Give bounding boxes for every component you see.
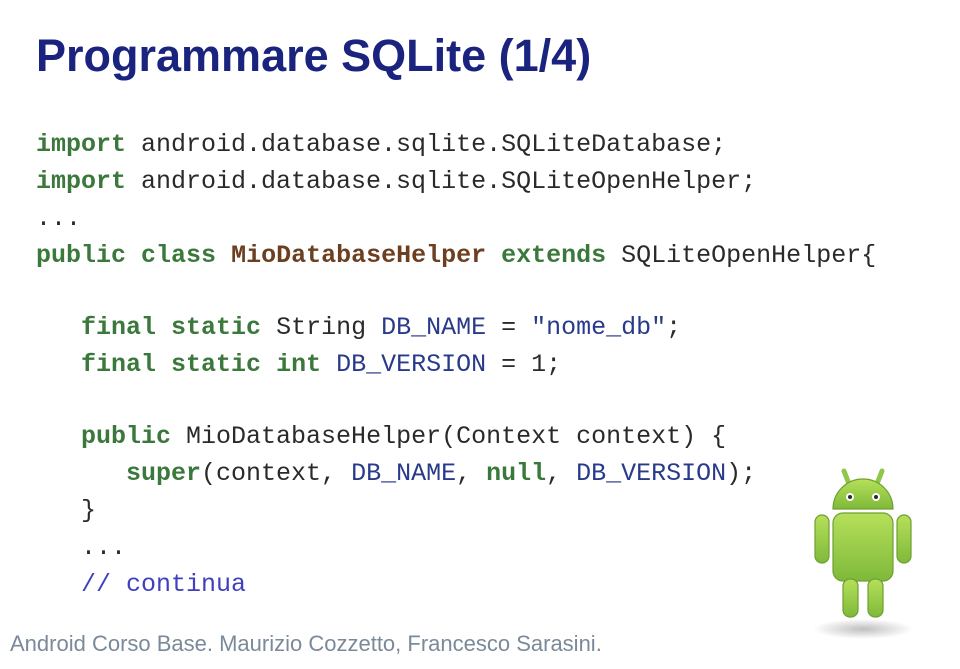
code-line-4: public class MioDatabaseHelper extends S… <box>36 237 924 274</box>
code-line-5: final static String DB_NAME = "nome_db"; <box>36 309 924 346</box>
code-ellipsis: ... <box>81 533 126 562</box>
const-name: DB_NAME <box>351 459 456 488</box>
kw-extends: extends <box>501 241 606 270</box>
indent <box>36 570 81 599</box>
code-text: , <box>456 459 486 488</box>
code-text: = 1; <box>486 350 561 379</box>
kw-int: int <box>276 350 321 379</box>
code-text: MioDatabaseHelper(Context context) { <box>171 422 726 451</box>
code-line-1: import android.database.sqlite.SQLiteDat… <box>36 126 924 163</box>
code-ellipsis: ... <box>36 204 81 233</box>
code-line-2: import android.database.sqlite.SQLiteOpe… <box>36 163 924 200</box>
code-line-3: ... <box>36 200 924 237</box>
const-name: DB_NAME <box>381 313 486 342</box>
slide-title: Programmare SQLite (1/4) <box>36 30 924 82</box>
kw-static: static <box>171 350 261 379</box>
code-line-7: public MioDatabaseHelper(Context context… <box>36 418 924 455</box>
blank-line <box>36 383 924 418</box>
kw-null: null <box>486 459 546 488</box>
code-comment: // continua <box>81 570 246 599</box>
android-icon <box>788 461 938 641</box>
code-text: SQLiteOpenHelper{ <box>606 241 876 270</box>
code-text: ); <box>726 459 756 488</box>
code-text: } <box>36 496 96 525</box>
const-name: DB_VERSION <box>336 350 486 379</box>
code-text <box>486 241 501 270</box>
indent <box>36 350 81 379</box>
code-text <box>321 350 336 379</box>
code-line-6: final static int DB_VERSION = 1; <box>36 346 924 383</box>
kw-final: final <box>81 313 156 342</box>
kw-public: public <box>81 422 171 451</box>
string-literal: "nome_db" <box>531 313 666 342</box>
kw-public: public <box>36 241 126 270</box>
indent <box>36 313 81 342</box>
blank-line <box>36 274 924 309</box>
kw-import: import <box>36 130 126 159</box>
code-text: ; <box>666 313 681 342</box>
indent <box>36 533 81 562</box>
indent <box>36 422 81 451</box>
code-text: android.database.sqlite.SQLiteOpenHelper… <box>126 167 756 196</box>
code-text: (context, <box>201 459 351 488</box>
code-text: String <box>261 313 381 342</box>
kw-static: static <box>171 313 261 342</box>
indent <box>36 459 126 488</box>
kw-class: class <box>141 241 216 270</box>
code-text: android.database.sqlite.SQLiteDatabase; <box>126 130 726 159</box>
kw-import: import <box>36 167 126 196</box>
code-text: = <box>486 313 531 342</box>
kw-final: final <box>81 350 156 379</box>
slide-footer: Android Corso Base. Maurizio Cozzetto, F… <box>10 631 602 657</box>
class-name: MioDatabaseHelper <box>231 241 486 270</box>
const-name: DB_VERSION <box>576 459 726 488</box>
kw-super: super <box>126 459 201 488</box>
code-text: , <box>546 459 576 488</box>
